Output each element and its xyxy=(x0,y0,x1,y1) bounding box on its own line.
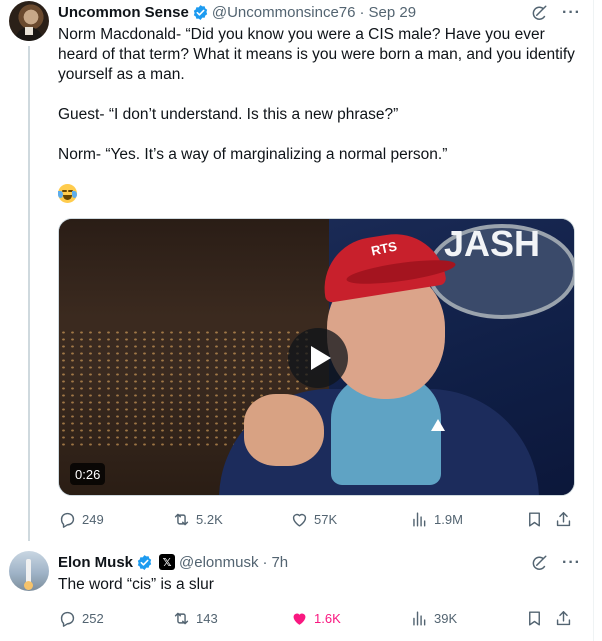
tweet-text-line-3: yourself as a man. xyxy=(58,66,185,83)
x-affiliate-badge-icon[interactable]: 𝕏 xyxy=(159,554,176,570)
avatar[interactable] xyxy=(9,551,49,591)
tweet-header: Elon Musk 𝕏 @elonmusk · 7h xyxy=(58,551,288,573)
tweet-top-actions: ··· xyxy=(530,4,581,22)
play-button[interactable] xyxy=(288,328,348,388)
tweet-text-line-2: heard of that term? What it means is you… xyxy=(58,46,575,63)
reply-icon xyxy=(60,512,75,528)
like-count: 57K xyxy=(314,512,338,527)
reply-count: 252 xyxy=(82,611,104,626)
share-icon xyxy=(556,611,571,626)
views-button[interactable]: 1.9M xyxy=(410,510,463,529)
retweet-button[interactable]: 143 xyxy=(172,609,218,628)
video-duration: 0:26 xyxy=(70,463,106,485)
reply-icon xyxy=(60,611,75,627)
retweet-count: 5.2K xyxy=(196,512,223,527)
dot-separator: · xyxy=(262,553,268,571)
views-chart-icon xyxy=(413,512,426,527)
video-player[interactable]: JASH RTS 0:26 xyxy=(58,218,575,496)
tweet-text-line-1: Norm Macdonald- “Did you know you were a… xyxy=(58,26,545,43)
grok-icon[interactable] xyxy=(530,4,548,22)
verified-badge-icon xyxy=(193,4,208,20)
retweet-button[interactable]: 5.2K xyxy=(172,510,223,529)
retweet-count: 143 xyxy=(196,611,218,626)
share-button[interactable] xyxy=(554,609,573,628)
face-with-tears-of-joy-icon xyxy=(58,184,77,203)
views-chart-icon xyxy=(413,611,426,626)
bookmark-icon xyxy=(529,512,540,527)
tweet-text-norm: Norm- “Yes. It’s a way of marginalizing … xyxy=(58,146,448,163)
tweet-date[interactable]: 7h xyxy=(271,554,288,571)
share-button[interactable] xyxy=(554,510,573,529)
author-handle[interactable]: @Uncommonsince76 xyxy=(212,4,356,21)
reply-count: 249 xyxy=(82,512,104,527)
avatar-collar xyxy=(25,27,33,35)
more-options-icon[interactable]: ··· xyxy=(562,5,581,21)
retweet-icon xyxy=(174,612,189,625)
tweet-action-bar: 252 143 1.6K 39K xyxy=(58,609,580,633)
reply-button[interactable]: 252 xyxy=(58,609,104,628)
view-count: 39K xyxy=(434,611,458,626)
tweet-header: Uncommon Sense @Uncommonsince76 · Sep 29 xyxy=(58,1,416,23)
bookmark-button[interactable] xyxy=(525,609,544,628)
reply-button[interactable]: 249 xyxy=(58,510,104,529)
tweet-text: The word “cis” is a slur xyxy=(58,576,214,593)
retweet-icon xyxy=(174,513,189,526)
tweet-date[interactable]: Sep 29 xyxy=(369,4,417,21)
bookmark-button[interactable] xyxy=(525,510,544,529)
tweet-text-guest: Guest- “I don’t understand. Is this a ne… xyxy=(58,106,399,123)
bookmark-icon xyxy=(529,611,540,626)
video-sign-text: JASH xyxy=(444,223,541,264)
timeline-border xyxy=(593,0,594,641)
share-icon xyxy=(556,512,571,527)
author-name[interactable]: Elon Musk xyxy=(58,554,133,571)
heart-filled-icon xyxy=(293,613,306,625)
tweet-action-bar: 249 5.2K 57K 1.9M xyxy=(58,510,580,534)
views-button[interactable]: 39K xyxy=(410,609,457,628)
grok-icon[interactable] xyxy=(530,554,548,572)
verified-badge-icon xyxy=(137,554,152,570)
like-button[interactable]: 57K xyxy=(290,510,337,529)
author-name[interactable]: Uncommon Sense xyxy=(58,4,189,21)
thread-connector-line xyxy=(28,46,30,541)
heart-icon xyxy=(292,513,307,527)
tweet-top-actions: ··· xyxy=(530,554,581,572)
play-icon xyxy=(311,346,331,370)
avatar[interactable] xyxy=(9,1,49,41)
avatar-flame xyxy=(24,581,33,590)
view-count: 1.9M xyxy=(434,512,463,527)
tweet-uncommon-sense[interactable]: Uncommon Sense @Uncommonsince76 · Sep 29… xyxy=(0,0,593,545)
video-person-hands xyxy=(244,394,324,466)
like-button[interactable]: 1.6K xyxy=(290,609,341,628)
like-count: 1.6K xyxy=(314,611,341,626)
more-options-icon[interactable]: ··· xyxy=(562,555,581,571)
author-handle[interactable]: @elonmusk xyxy=(179,554,258,571)
dot-separator: · xyxy=(359,3,365,21)
